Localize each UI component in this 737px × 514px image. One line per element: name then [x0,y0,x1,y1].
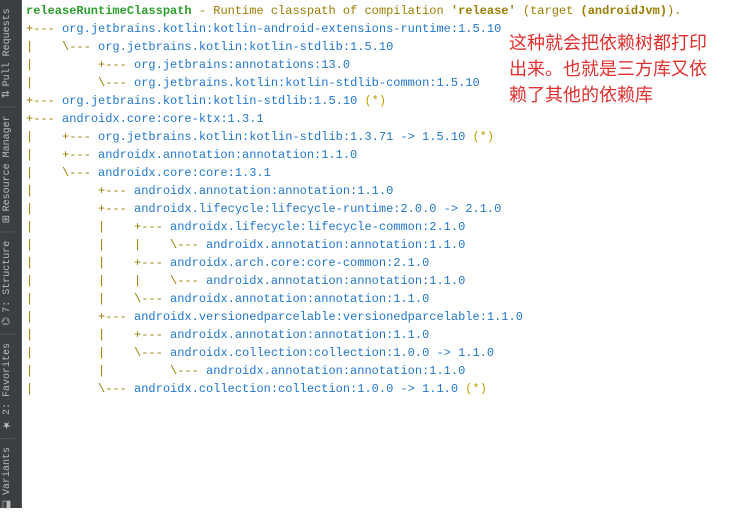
sidebar-tab-variants[interactable]: ◧ Variants [0,439,15,514]
favorites-icon: ★ [2,419,13,430]
tree-line: | \--- androidx.collection:collection:1.… [26,380,733,398]
tree-line: | | | \--- androidx.annotation:annotatio… [26,272,733,290]
resource-manager-icon: ⊞ [2,215,13,223]
sidebar-tab-pull-requests[interactable]: ⇅ Pull Requests [0,0,15,107]
console-output: releaseRuntimeClasspath - Runtime classp… [22,0,737,508]
tree-line: | +--- androidx.lifecycle:lifecycle-runt… [26,200,733,218]
red-annotation: 这种就会把依赖树都打印出来。也就是三方库又依赖了其他的依赖库 [509,30,719,108]
tree-line: | | +--- androidx.annotation:annotation:… [26,326,733,344]
sidebar-tab-favorites[interactable]: ★ 2: Favorites [0,335,15,439]
tree-line: | +--- org.jetbrains.kotlin:kotlin-stdli… [26,128,733,146]
tree-line: | +--- androidx.annotation:annotation:1.… [26,146,733,164]
sidebar-tab-label: 2: Favorites [2,343,13,415]
classpath-name: releaseRuntimeClasspath [26,4,192,18]
sidebar-tab-label: Pull Requests [2,8,13,86]
tree-line: | | +--- androidx.arch.core:core-common:… [26,254,733,272]
sidebar-tab-label: Variants [2,447,13,495]
sidebar-tab-label: 7: Structure [2,241,13,313]
tree-line: | | \--- androidx.annotation:annotation:… [26,362,733,380]
tree-line: | +--- androidx.versionedparcelable:vers… [26,308,733,326]
left-tool-sidebar: ⇅ Pull Requests ⊞ Resource Manager ⌬ 7: … [0,0,22,508]
tree-line: | | \--- androidx.collection:collection:… [26,344,733,362]
tree-line: +--- androidx.core:core-ktx:1.3.1 [26,110,733,128]
tree-line: | | | \--- androidx.annotation:annotatio… [26,236,733,254]
pull-requests-icon: ⇅ [2,90,13,98]
classpath-header: releaseRuntimeClasspath - Runtime classp… [26,2,733,20]
structure-icon: ⌬ [2,317,13,326]
sidebar-tab-structure[interactable]: ⌬ 7: Structure [0,233,15,335]
tree-line: | +--- androidx.annotation:annotation:1.… [26,182,733,200]
sidebar-tab-label: Resource Manager [2,115,13,211]
tree-line: | | +--- androidx.lifecycle:lifecycle-co… [26,218,733,236]
tree-line: | \--- androidx.core:core:1.3.1 [26,164,733,182]
tree-line: | | \--- androidx.annotation:annotation:… [26,290,733,308]
sidebar-tab-resource-manager[interactable]: ⊞ Resource Manager [0,107,15,232]
